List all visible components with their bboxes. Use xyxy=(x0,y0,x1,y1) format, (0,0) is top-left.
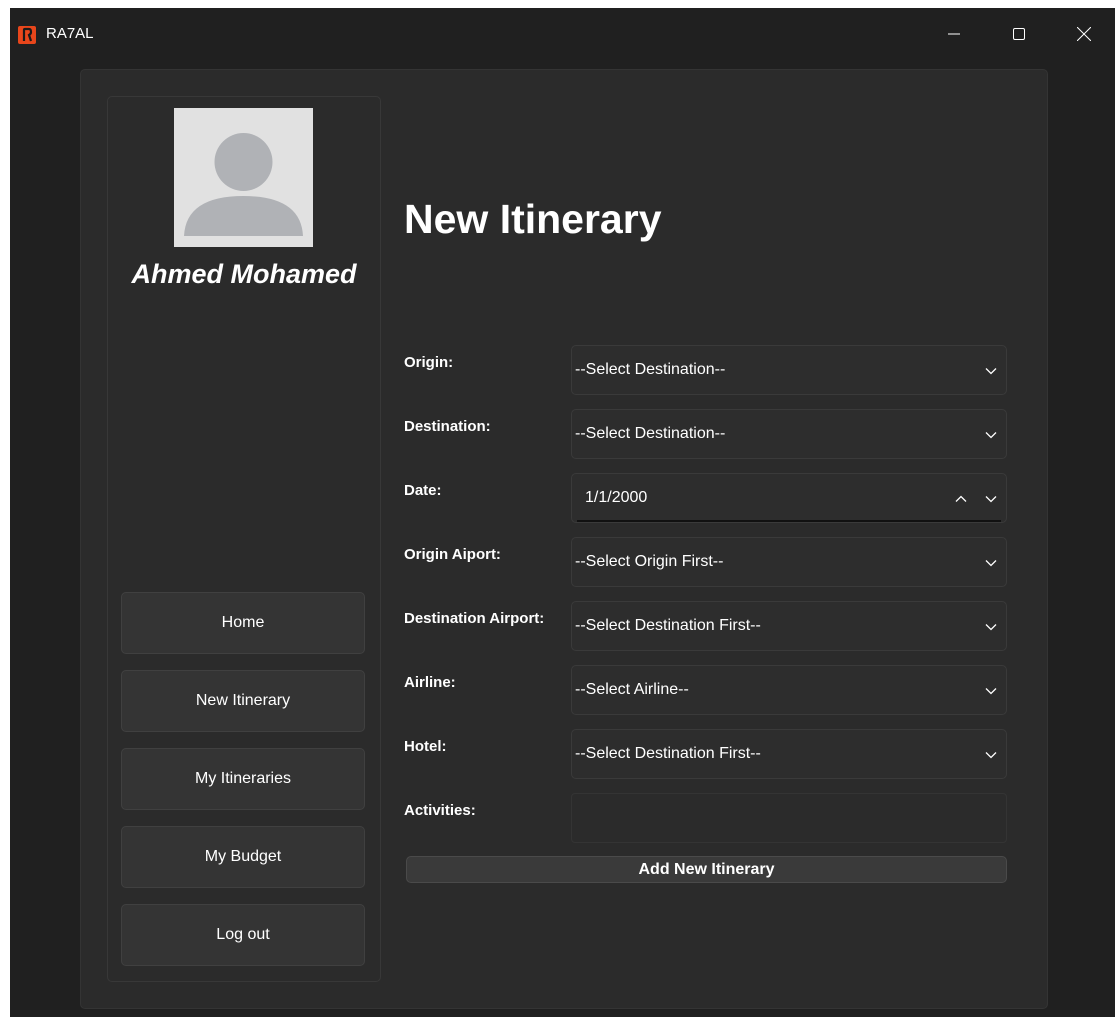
date-label: Date: xyxy=(404,482,442,499)
date-picker[interactable]: 1/1/2000 xyxy=(571,473,1007,523)
nav-new-itinerary-button[interactable]: New Itinerary xyxy=(121,670,365,732)
nav-my-budget-button[interactable]: My Budget xyxy=(121,826,365,888)
hotel-select-value: --Select Destination First-- xyxy=(575,745,761,762)
sidebar: Ahmed Mohamed Home New Itinerary My Itin… xyxy=(107,96,381,982)
app-logo-icon xyxy=(18,26,36,44)
hotel-select[interactable]: --Select Destination First-- xyxy=(571,729,1007,779)
origin-select-value: --Select Destination-- xyxy=(575,361,726,378)
origin-airport-select[interactable]: --Select Origin First-- xyxy=(571,537,1007,587)
chevron-down-icon xyxy=(984,428,998,442)
close-button[interactable] xyxy=(1061,16,1107,52)
date-underline xyxy=(577,520,1001,522)
user-name: Ahmed Mohamed xyxy=(131,259,357,289)
nav-log-out-button[interactable]: Log out xyxy=(121,904,365,966)
title-bar: RA7AL xyxy=(10,8,1115,58)
destination-select-value: --Select Destination-- xyxy=(575,425,726,442)
airline-select[interactable]: --Select Airline-- xyxy=(571,665,1007,715)
destination-airport-label: Destination Airport: xyxy=(404,610,545,627)
destination-airport-select[interactable]: --Select Destination First-- xyxy=(571,601,1007,651)
user-avatar-icon xyxy=(174,108,313,247)
add-new-itinerary-button[interactable]: Add New Itinerary xyxy=(406,856,1007,883)
nav-home-button[interactable]: Home xyxy=(121,592,365,654)
close-icon xyxy=(1077,27,1091,41)
minimize-button[interactable] xyxy=(931,16,977,52)
chevron-down-icon xyxy=(984,748,998,762)
chevron-up-icon[interactable] xyxy=(954,492,968,506)
chevron-down-icon xyxy=(984,684,998,698)
chevron-down-icon xyxy=(984,364,998,378)
minimize-icon xyxy=(948,33,960,35)
hotel-label: Hotel: xyxy=(404,738,447,755)
chevron-down-icon[interactable] xyxy=(984,492,998,506)
main-panel: Ahmed Mohamed Home New Itinerary My Itin… xyxy=(80,69,1048,1009)
activities-label: Activities: xyxy=(404,802,476,819)
app-window: RA7AL Ahmed Mohamed Home New Itinerary M… xyxy=(10,8,1115,1017)
airline-label: Airline: xyxy=(404,674,456,691)
origin-label: Origin: xyxy=(404,354,454,371)
activities-list[interactable] xyxy=(571,793,1007,843)
nav-my-itineraries-button[interactable]: My Itineraries xyxy=(121,748,365,810)
app-title: RA7AL xyxy=(46,25,94,42)
maximize-icon xyxy=(1013,28,1025,40)
origin-airport-label: Origin Aiport: xyxy=(404,546,501,563)
destination-select[interactable]: --Select Destination-- xyxy=(571,409,1007,459)
page-title: New Itinerary xyxy=(404,196,662,242)
chevron-down-icon xyxy=(984,620,998,634)
destination-airport-select-value: --Select Destination First-- xyxy=(575,617,761,634)
destination-label: Destination: xyxy=(404,418,491,435)
origin-airport-select-value: --Select Origin First-- xyxy=(575,553,724,570)
chevron-down-icon xyxy=(984,556,998,570)
date-value: 1/1/2000 xyxy=(585,489,648,506)
airline-select-value: --Select Airline-- xyxy=(575,681,689,698)
origin-select[interactable]: --Select Destination-- xyxy=(571,345,1007,395)
maximize-button[interactable] xyxy=(996,16,1042,52)
